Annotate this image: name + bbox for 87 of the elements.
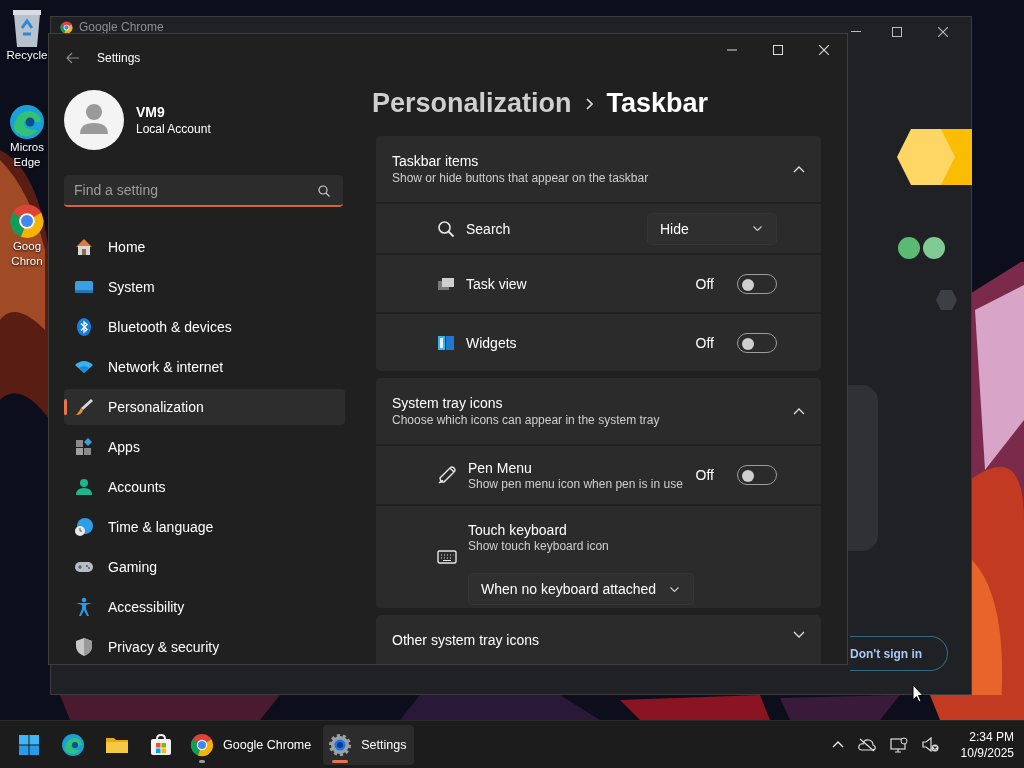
close-icon — [938, 27, 948, 37]
nav-item[interactable]: Time & language — [64, 509, 345, 545]
chrome-logo-icon — [9, 203, 45, 239]
desktop-icon-label[interactable]: Micros — [10, 140, 44, 155]
mouse-cursor-icon — [912, 684, 924, 703]
setting-description: Show pen menu icon when pen is in use — [468, 476, 684, 492]
paintbrush-icon — [74, 397, 94, 417]
search-icon — [437, 219, 455, 238]
maximize-icon — [892, 27, 902, 37]
window-title: Google Chrome — [79, 21, 164, 34]
network-monitor-icon — [889, 736, 908, 753]
store-icon — [149, 732, 173, 757]
shield-icon — [74, 637, 94, 657]
clock-time[interactable]: 2:34 PM — [969, 728, 1014, 745]
dont-sign-in-button[interactable]: Don't sign in — [850, 636, 948, 671]
taskbar-button[interactable]: Google Chrome — [185, 724, 320, 765]
maximize-icon — [773, 44, 783, 55]
nav-item[interactable]: Apps — [64, 429, 345, 465]
edge-logo-icon — [61, 732, 85, 757]
avatar-icon — [64, 90, 124, 150]
caret-icon — [670, 586, 679, 592]
gear-icon — [328, 732, 353, 757]
nav-item[interactable]: Personalization — [64, 389, 345, 425]
toggle-state: Off — [695, 334, 714, 351]
nav-item[interactable]: Accounts — [64, 469, 345, 505]
section-description: Show or hide buttons that appear on the taskbar — [392, 171, 650, 186]
search-field[interactable]: Find a setting — [64, 175, 343, 207]
dropdown[interactable]: Hide — [647, 212, 777, 245]
setting-label: Touch keyboard — [468, 521, 568, 539]
toggle-state: Off — [695, 275, 714, 292]
section-title: Other system tray icons — [392, 631, 541, 650]
taskbar-button[interactable]: Settings — [323, 724, 415, 765]
section-header[interactable]: Taskbar items Show or hide buttons that appear on the taskbar — [376, 136, 821, 202]
edge-logo-icon — [9, 104, 45, 140]
start-icon — [18, 733, 40, 756]
hexagon-icon — [936, 290, 957, 310]
close-icon — [819, 44, 829, 55]
dropdown[interactable]: When no keyboard attached — [468, 573, 694, 605]
section-header[interactable]: Other system tray icons — [376, 615, 821, 664]
window-title: Settings — [97, 50, 141, 65]
setting-description: Show touch keyboard icon — [468, 539, 610, 554]
section-description: Choose which icons can appear in the system tray — [392, 413, 661, 428]
desktop-icon-label[interactable]: Chron — [11, 254, 43, 269]
widgets-icon — [437, 333, 455, 352]
keyboard-icon — [437, 549, 457, 565]
caret-icon — [753, 226, 762, 231]
user-name: VM9 — [136, 103, 166, 121]
nav-item[interactable]: System — [64, 269, 345, 305]
search-icon — [318, 185, 330, 197]
account-type: Local Account — [136, 121, 211, 137]
hexagon-cluster-icon — [897, 129, 972, 185]
nav-item[interactable]: Network & internet — [64, 349, 345, 385]
back-arrow-icon — [66, 51, 80, 64]
setting-label: Search — [466, 219, 512, 238]
section-title: Taskbar items — [392, 152, 480, 171]
setting-label: Task view — [466, 274, 528, 293]
person-icon — [74, 477, 94, 497]
nav-item[interactable]: Accessibility — [64, 589, 345, 625]
home-icon — [74, 237, 94, 257]
desktop-icon-label[interactable]: Recycle — [6, 48, 48, 63]
setting-label: Widgets — [466, 333, 518, 352]
chevron-right-icon — [585, 97, 593, 110]
toggle-state: Off — [695, 467, 714, 483]
pen-icon — [437, 465, 457, 485]
page-title: Taskbar — [606, 88, 709, 119]
apps-icon — [74, 437, 94, 457]
nav-item[interactable]: Bluetooth & devices — [64, 309, 345, 345]
speaker-muted-icon — [921, 736, 939, 753]
chrome-logo-icon — [60, 21, 73, 34]
section-title: System tray icons — [392, 394, 504, 413]
setting-label: Pen Menu — [468, 458, 533, 477]
chevron-up-icon — [831, 741, 844, 748]
dots-icon — [898, 237, 945, 259]
breadcrumb-link[interactable]: Personalization — [372, 88, 572, 119]
nav-item[interactable]: Home — [64, 229, 345, 265]
bluetooth-icon — [74, 317, 94, 337]
nav-item[interactable]: Privacy & security — [64, 629, 345, 664]
cloud-off-icon — [857, 737, 876, 752]
desktop-icon-label[interactable]: Edge — [13, 155, 41, 170]
recycle-bin-icon — [11, 8, 43, 48]
section-header[interactable]: System tray icons Choose which icons can appear in the system tray — [376, 378, 821, 444]
chrome-logo-icon — [190, 732, 214, 757]
desktop-icon-label[interactable]: Goog — [12, 239, 42, 254]
globe-clock-icon — [74, 517, 94, 537]
minimize-icon — [851, 31, 861, 33]
clock-date[interactable]: 10/9/2025 — [960, 744, 1014, 761]
nav-item[interactable]: Gaming — [64, 549, 345, 585]
